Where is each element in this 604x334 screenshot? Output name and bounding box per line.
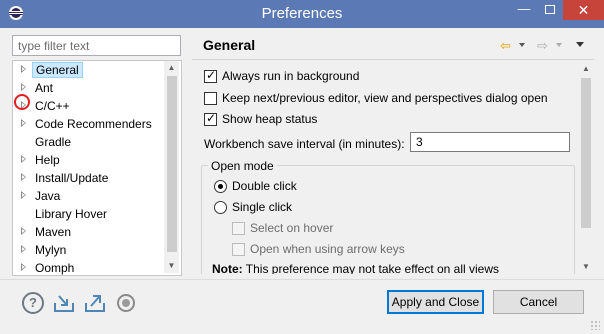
note-prefix: Note: bbox=[212, 262, 243, 274]
view-menu-icon[interactable] bbox=[576, 42, 584, 47]
tree-item-code-recommenders[interactable]: Code Recommenders bbox=[13, 115, 165, 133]
open-mode-note: Note: This preference may not take effec… bbox=[212, 262, 499, 274]
preference-tree: General Ant C/C++ Code Recommenders Grad… bbox=[12, 60, 182, 276]
save-interval-label: Workbench save interval (in minutes): bbox=[204, 137, 405, 151]
back-dropdown-icon[interactable] bbox=[519, 43, 525, 47]
tree-item-label[interactable]: Install/Update bbox=[35, 171, 108, 185]
tree-item-label[interactable]: Mylyn bbox=[35, 243, 66, 257]
filter-input[interactable] bbox=[12, 35, 181, 56]
oomph-record-icon[interactable] bbox=[117, 294, 135, 312]
scroll-up-arrow-icon[interactable]: ▲ bbox=[164, 61, 179, 75]
radio-selected-icon[interactable] bbox=[214, 180, 227, 193]
tree-item-mylyn[interactable]: Mylyn bbox=[13, 241, 165, 259]
checkbox-label: Always run in background bbox=[222, 69, 360, 83]
expand-arrow-icon[interactable] bbox=[21, 83, 26, 91]
tree-item-label[interactable]: Library Hover bbox=[35, 207, 107, 221]
tree-item-general[interactable]: General bbox=[13, 61, 165, 79]
open-mode-title: Open mode bbox=[208, 159, 277, 173]
tree-item-library-hover[interactable]: Library Hover bbox=[13, 205, 165, 223]
expand-arrow-icon[interactable] bbox=[21, 173, 26, 181]
forward-dropdown-icon[interactable] bbox=[556, 43, 562, 47]
tree-item-install-update[interactable]: Install/Update bbox=[13, 169, 165, 187]
tree-item-maven[interactable]: Maven bbox=[13, 223, 165, 241]
back-arrow-icon[interactable]: ⇦ bbox=[500, 38, 511, 54]
tree-item-label[interactable]: C/C++ bbox=[35, 99, 70, 113]
checkbox-checked-icon[interactable] bbox=[204, 111, 217, 126]
expand-arrow-icon[interactable] bbox=[21, 245, 26, 253]
header-divider bbox=[192, 59, 594, 60]
expand-arrow-icon[interactable] bbox=[21, 191, 26, 199]
tree-item-help[interactable]: Help bbox=[13, 151, 165, 169]
scroll-down-arrow-icon[interactable]: ▼ bbox=[578, 260, 594, 274]
expand-arrow-icon[interactable] bbox=[21, 155, 26, 163]
maximize-button[interactable] bbox=[537, 0, 563, 20]
export-icon[interactable] bbox=[84, 292, 106, 314]
tree-item-cpp[interactable]: C/C++ bbox=[13, 97, 165, 115]
checkbox-disabled-icon bbox=[232, 222, 245, 235]
expand-arrow-icon[interactable] bbox=[21, 263, 26, 271]
scroll-down-arrow-icon[interactable]: ▼ bbox=[164, 259, 179, 273]
tree-item-gradle[interactable]: Gradle bbox=[13, 133, 165, 151]
radio-icon[interactable] bbox=[214, 201, 227, 214]
forward-arrow-icon[interactable]: ⇨ bbox=[537, 38, 548, 54]
tree-item-label[interactable]: Gradle bbox=[35, 135, 71, 149]
footer-divider bbox=[0, 279, 604, 280]
tree-item-label[interactable]: Java bbox=[35, 189, 60, 203]
tree-item-ant[interactable]: Ant bbox=[13, 79, 165, 97]
scroll-up-arrow-icon[interactable]: ▲ bbox=[578, 62, 594, 76]
checkbox-label: Open when using arrow keys bbox=[250, 242, 405, 256]
tree-item-label[interactable]: Help bbox=[35, 153, 60, 167]
close-button[interactable]: ✕ bbox=[563, 0, 604, 20]
title-bar: Preferences — ✕ bbox=[0, 0, 604, 28]
minimize-button[interactable]: — bbox=[511, 0, 537, 20]
scrollbar-thumb[interactable] bbox=[167, 76, 177, 252]
help-icon[interactable]: ? bbox=[22, 292, 44, 314]
tree-item-label[interactable]: Code Recommenders bbox=[35, 117, 152, 131]
note-text: This preference may not take effect on a… bbox=[242, 262, 500, 274]
checkbox-icon[interactable] bbox=[204, 92, 217, 105]
checkbox-checked-icon[interactable] bbox=[204, 68, 217, 83]
tree-item-java[interactable]: Java bbox=[13, 187, 165, 205]
preference-page-content: Always run in background Keep next/previ… bbox=[193, 62, 578, 274]
checkbox-label: Select on hover bbox=[250, 221, 334, 235]
scrollbar-thumb[interactable] bbox=[581, 78, 591, 228]
tree-item-label[interactable]: Ant bbox=[35, 81, 53, 95]
checkbox-label: Keep next/previous editor, view and pers… bbox=[222, 91, 548, 105]
resize-grip-icon[interactable] bbox=[590, 320, 600, 330]
tree-scrollbar[interactable]: ▲ ▼ bbox=[164, 61, 179, 273]
tree-item-label[interactable]: Maven bbox=[35, 225, 71, 239]
expand-arrow-icon[interactable] bbox=[21, 227, 26, 235]
save-interval-input[interactable] bbox=[410, 132, 570, 152]
tree-item-label[interactable]: Oomph bbox=[35, 261, 74, 275]
tree-item-oomph[interactable]: Oomph bbox=[13, 259, 165, 275]
radio-label: Double click bbox=[232, 179, 297, 193]
cancel-button[interactable]: Cancel bbox=[493, 290, 584, 314]
expand-arrow-icon[interactable] bbox=[21, 119, 26, 127]
page-title: General bbox=[203, 37, 256, 53]
annotation-circle-icon bbox=[14, 94, 30, 110]
content-scrollbar[interactable]: ▲ ▼ bbox=[578, 62, 594, 274]
import-icon[interactable] bbox=[53, 292, 75, 314]
checkbox-label: Show heap status bbox=[222, 112, 318, 126]
expand-arrow-icon[interactable] bbox=[21, 65, 26, 73]
tree-item-label[interactable]: General bbox=[32, 62, 83, 78]
checkbox-disabled-icon bbox=[232, 243, 245, 256]
apply-and-close-button[interactable]: Apply and Close bbox=[387, 290, 484, 314]
radio-label: Single click bbox=[232, 200, 293, 214]
